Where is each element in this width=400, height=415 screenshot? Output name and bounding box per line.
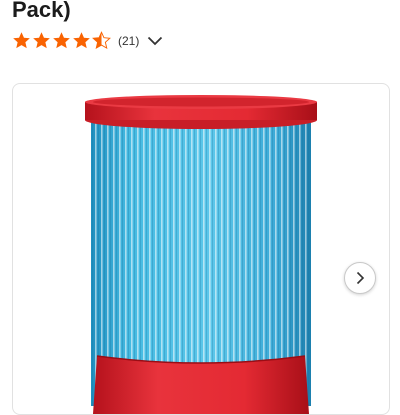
star-full-icon <box>33 32 50 49</box>
product-image[interactable] <box>83 94 319 414</box>
product-title: Pack) <box>12 0 71 22</box>
product-image-gallery[interactable] <box>12 83 390 415</box>
review-count[interactable]: (21) <box>118 34 139 48</box>
rating-summary[interactable]: (21) <box>12 31 163 50</box>
star-full-icon <box>53 32 70 49</box>
star-full-icon <box>13 32 30 49</box>
chevron-right-icon <box>356 271 365 285</box>
gallery-next-button[interactable] <box>344 262 376 294</box>
star-full-icon <box>73 32 90 49</box>
chevron-down-icon[interactable] <box>147 35 163 47</box>
star-rating <box>12 31 112 50</box>
star-half-icon <box>92 31 111 50</box>
